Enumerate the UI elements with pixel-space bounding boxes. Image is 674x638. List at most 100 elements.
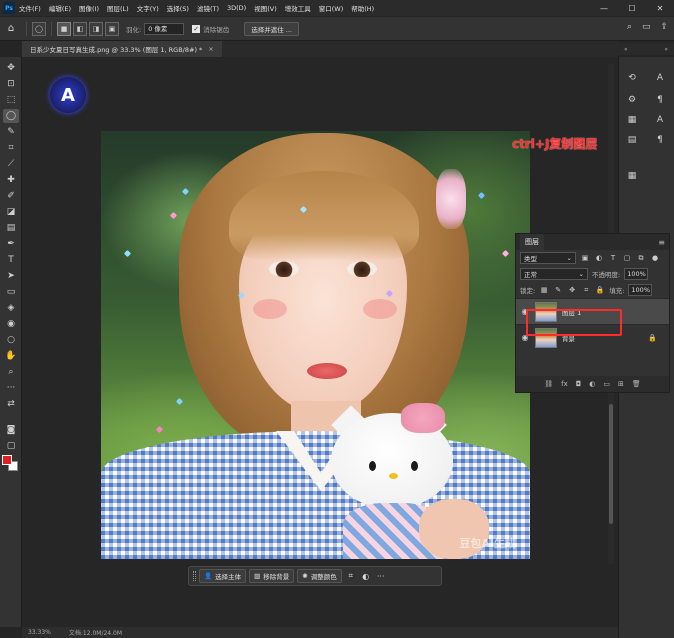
- lock-position-icon[interactable]: ✥: [567, 285, 577, 295]
- crop-tool-icon[interactable]: ⌗: [3, 141, 19, 155]
- fill-input[interactable]: 100%: [628, 284, 653, 296]
- add-selection-icon[interactable]: ◧: [73, 21, 87, 36]
- select-and-mask-button[interactable]: 选择并遮住 ...: [244, 21, 299, 36]
- menu-plugins[interactable]: 增效工具: [285, 3, 311, 13]
- lasso-tool-icon[interactable]: ◯: [3, 109, 19, 123]
- filter-pixel-icon[interactable]: ▣: [580, 253, 590, 263]
- layers-tab[interactable]: 图层: [520, 234, 544, 250]
- menu-layer[interactable]: 图层(L): [107, 3, 129, 13]
- adjustment-layer-icon[interactable]: ◐: [589, 380, 595, 388]
- lock-transparent-icon[interactable]: ▦: [539, 285, 549, 295]
- menu-type[interactable]: 文字(Y): [137, 3, 159, 13]
- paragraph-styles-icon[interactable]: ¶: [653, 133, 667, 147]
- workspace-icon[interactable]: ▭: [642, 22, 651, 32]
- marquee-tool-icon[interactable]: ⬚: [3, 93, 19, 107]
- remove-background-button[interactable]: ▨ 移除背景: [249, 569, 295, 583]
- blend-mode-select[interactable]: 正常 ⌄: [520, 268, 588, 280]
- foreground-color-swatch[interactable]: [2, 455, 12, 465]
- menu-select[interactable]: 选择(S): [167, 3, 189, 13]
- select-subject-button[interactable]: 👤 选择主体: [199, 569, 247, 583]
- path-select-tool-icon[interactable]: ➤: [3, 269, 19, 283]
- panel-menu-icon[interactable]: ≡: [658, 238, 665, 247]
- artboard-tool-icon[interactable]: ⊡: [3, 77, 19, 91]
- feather-input[interactable]: 0 像素: [144, 22, 185, 35]
- menu-edit[interactable]: 编辑(E): [49, 3, 71, 13]
- menu-view[interactable]: 视图(V): [254, 3, 277, 13]
- link-layers-icon[interactable]: ⛓: [544, 380, 553, 388]
- lock-image-icon[interactable]: ✎: [553, 285, 563, 295]
- gradient-tool-icon[interactable]: ▤: [3, 221, 19, 235]
- filter-type-icon[interactable]: T: [608, 253, 618, 263]
- hand-tool-icon[interactable]: ✋: [3, 349, 19, 363]
- transform-icon[interactable]: ⌗: [345, 570, 357, 582]
- adjust-color-button[interactable]: ✺ 调整颜色: [297, 569, 342, 583]
- shape-tool-icon[interactable]: ▭: [3, 285, 19, 299]
- adjustments-icon[interactable]: ⚙: [625, 93, 639, 107]
- menu-window[interactable]: 窗口(W): [319, 3, 344, 13]
- subtract-selection-icon[interactable]: ◨: [89, 21, 103, 36]
- screen-mode-icon[interactable]: ▢: [3, 439, 19, 453]
- filter-smart-icon[interactable]: ⧉: [636, 253, 646, 263]
- blur-tool-icon[interactable]: ◉: [3, 317, 19, 331]
- more-options-icon[interactable]: ···: [375, 570, 387, 582]
- type-tool-icon[interactable]: T: [3, 253, 19, 267]
- home-icon[interactable]: ⌂: [0, 19, 22, 39]
- layer-filter-select[interactable]: 类型 ⌄: [520, 252, 576, 264]
- lock-all-icon[interactable]: 🔒: [595, 285, 605, 295]
- swatches-icon[interactable]: ▦: [625, 113, 639, 127]
- grid-panel-icon[interactable]: ▦: [625, 169, 639, 183]
- intersect-selection-icon[interactable]: ▣: [105, 21, 119, 36]
- eyedropper-tool-icon[interactable]: ⟋: [3, 157, 19, 171]
- zoom-tool-icon[interactable]: ⌕: [3, 365, 19, 379]
- expand-icon[interactable]: »: [664, 46, 668, 53]
- drag-handle-icon[interactable]: [193, 571, 196, 581]
- swap-colors-icon[interactable]: ⇄: [3, 397, 19, 411]
- add-mask-icon[interactable]: ◘: [576, 380, 582, 388]
- opacity-input[interactable]: 100%: [624, 268, 649, 280]
- document-image[interactable]: 豆包AI生成: [101, 131, 530, 559]
- minimize-button[interactable]: —: [590, 0, 618, 16]
- panel-collapse-bar[interactable]: «»: [618, 43, 674, 55]
- document-tab[interactable]: 日系少女夏日写真生成.png @ 33.3% (图层 1, RGB/8#) * …: [22, 41, 222, 57]
- share-icon[interactable]: ⇪: [660, 22, 668, 32]
- quick-select-tool-icon[interactable]: ✎: [3, 125, 19, 139]
- lock-artboard-icon[interactable]: ⌗: [581, 285, 591, 295]
- menu-3d[interactable]: 3D(D): [227, 4, 246, 12]
- search-icon[interactable]: ⌕: [627, 22, 632, 32]
- brush-tool-icon[interactable]: ✐: [3, 189, 19, 203]
- pen-tool-icon[interactable]: ✒: [3, 237, 19, 251]
- eraser-tool-icon[interactable]: ◪: [3, 205, 19, 219]
- paint-bucket-icon[interactable]: ◈: [3, 301, 19, 315]
- history-icon[interactable]: ⟲: [625, 71, 639, 85]
- new-selection-icon[interactable]: ■: [57, 21, 71, 36]
- menu-help[interactable]: 帮助(H): [351, 3, 374, 13]
- mask-icon[interactable]: ◐: [360, 570, 372, 582]
- delete-layer-icon[interactable]: 🗑: [632, 380, 641, 388]
- menu-file[interactable]: 文件(F): [19, 3, 41, 13]
- collapse-icon[interactable]: «: [624, 46, 628, 53]
- filter-adjust-icon[interactable]: ◐: [594, 253, 604, 263]
- more-tools-icon[interactable]: ···: [3, 381, 19, 395]
- new-group-icon[interactable]: ▭: [603, 380, 610, 388]
- libraries-icon[interactable]: ▤: [625, 133, 639, 147]
- antialias-checkbox[interactable]: ✓: [192, 24, 201, 33]
- lasso-preset-icon[interactable]: ◯: [32, 21, 46, 36]
- paragraph-icon[interactable]: ¶: [653, 93, 667, 107]
- maximize-button[interactable]: ☐: [618, 0, 646, 16]
- filter-toggle-icon[interactable]: ●: [650, 253, 660, 263]
- glyphs-icon[interactable]: A: [653, 113, 667, 127]
- character-icon[interactable]: A: [653, 71, 667, 85]
- filter-shape-icon[interactable]: ▢: [622, 253, 632, 263]
- new-layer-icon[interactable]: ⊞: [618, 380, 624, 388]
- fx-icon[interactable]: fx: [561, 380, 568, 388]
- scrollbar-thumb[interactable]: [609, 404, 613, 524]
- healing-brush-icon[interactable]: ✚: [3, 173, 19, 187]
- close-tab-icon[interactable]: ×: [208, 45, 213, 53]
- menu-image[interactable]: 图像(I): [79, 3, 99, 13]
- dodge-tool-icon[interactable]: ○: [3, 333, 19, 347]
- close-button[interactable]: ✕: [646, 0, 674, 16]
- zoom-level[interactable]: 33.33%: [28, 629, 51, 636]
- menu-filter[interactable]: 滤镜(T): [197, 3, 219, 13]
- move-tool-icon[interactable]: ✥: [3, 61, 19, 75]
- quick-mask-icon[interactable]: ◙: [3, 423, 19, 437]
